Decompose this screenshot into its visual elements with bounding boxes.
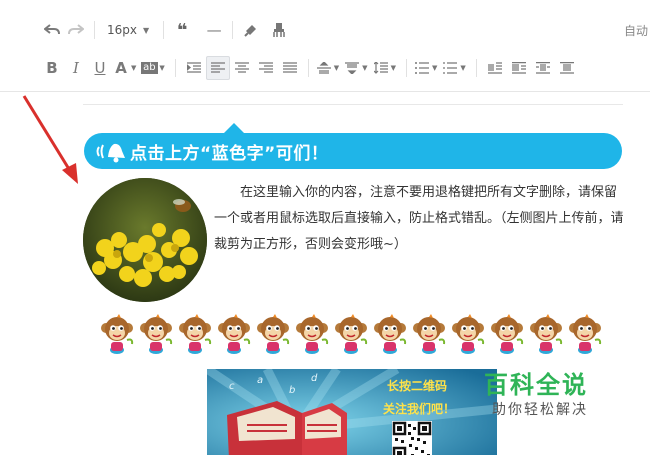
chevron-down-icon[interactable]: ▼ xyxy=(460,64,465,72)
toolbar-separator xyxy=(163,21,165,39)
float-center-icon[interactable] xyxy=(531,56,555,80)
monkey-icon xyxy=(98,314,137,354)
editor-content[interactable]: 点击上方“蓝色字”可们！ 在这里输入你的内容，注意不要用退格键把所有文字删除，请… xyxy=(0,92,650,455)
monkey-icon xyxy=(410,314,449,354)
toolbar-row-2: B I U A ▼ ab ▼ ▼ ▼ ▼ ▼ ▼ xyxy=(40,56,579,80)
poster-text-1: 长按二维码 xyxy=(387,379,448,393)
baike-watermark: 百科全说 助你轻松解决 xyxy=(462,363,630,425)
svg-text:a: a xyxy=(257,375,263,386)
background-color-icon[interactable]: ab xyxy=(140,56,158,80)
toolbar-separator xyxy=(405,59,407,77)
toolbar-separator xyxy=(94,21,95,39)
font-color-icon[interactable]: A xyxy=(112,56,130,80)
align-left-icon[interactable] xyxy=(205,56,230,80)
svg-text:b: b xyxy=(289,385,295,396)
watermark-subtitle: 助你轻松解决 xyxy=(492,402,588,418)
toolbar-separator xyxy=(174,59,176,77)
monkey-icon xyxy=(488,314,527,354)
banner-notch xyxy=(224,123,244,133)
float-right-icon[interactable] xyxy=(555,56,579,80)
poster-text-2: 关注我们吧！ xyxy=(383,402,456,416)
blockquote-icon[interactable]: ❝ xyxy=(170,18,194,42)
paragraph-text[interactable]: 在这里输入你的内容，注意不要用退格键把所有文字删除，请保留一个或者用鼠标选取后直… xyxy=(214,180,624,258)
chevron-down-icon[interactable]: ▼ xyxy=(159,64,164,72)
qr-code[interactable] xyxy=(392,421,432,455)
monkey-icon xyxy=(332,314,371,354)
monkey-icon xyxy=(527,314,566,354)
ordered-list-icon[interactable] xyxy=(413,56,431,80)
font-size-select[interactable]: 16px ▼ xyxy=(101,18,157,42)
monkey-icon xyxy=(176,314,215,354)
toolbar-separator xyxy=(475,59,477,77)
svg-text:d: d xyxy=(311,373,318,384)
watermark-title: 百科全说 xyxy=(484,371,588,399)
follow-banner: 点击上方“蓝色字”可们！ xyxy=(84,133,622,169)
format-painter-icon[interactable] xyxy=(239,18,263,42)
indent-icon[interactable] xyxy=(182,56,206,80)
underline-icon[interactable]: U xyxy=(88,56,112,80)
chevron-down-icon[interactable]: ▼ xyxy=(362,64,367,72)
chevron-down-icon: ▼ xyxy=(143,25,150,35)
italic-icon[interactable]: I xyxy=(64,56,88,80)
svg-text:c: c xyxy=(229,381,235,392)
monkey-icon xyxy=(566,314,605,354)
align-center-icon[interactable] xyxy=(230,56,254,80)
chevron-down-icon[interactable]: ▼ xyxy=(334,64,339,72)
banner-text: 点击上方“蓝色字”可们！ xyxy=(130,143,329,164)
flower-photo[interactable] xyxy=(83,178,207,302)
monkey-icon xyxy=(215,314,254,354)
redo-icon[interactable] xyxy=(64,18,88,42)
editor-toolbar: 16px ▼ ❝ — 自动 B I U A ▼ ab ▼ ▼ ▼ ▼ ▼ ▼ xyxy=(0,0,650,92)
chevron-down-icon[interactable]: ▼ xyxy=(131,64,136,72)
unordered-list-icon[interactable] xyxy=(441,56,459,80)
font-size-value: 16px xyxy=(107,23,137,37)
toolbar-separator xyxy=(232,21,234,39)
align-justify-icon[interactable] xyxy=(278,56,302,80)
chevron-down-icon[interactable]: ▼ xyxy=(391,64,396,72)
red-arrow-icon xyxy=(22,95,78,184)
align-right-icon[interactable] xyxy=(254,56,278,80)
qr-poster[interactable]: c a b d 长按二维码 关注我们吧！ xyxy=(207,369,497,455)
monkey-icon xyxy=(293,314,332,354)
horizontal-rule-icon[interactable]: — xyxy=(202,18,226,42)
divider xyxy=(83,104,623,105)
background-color-label: ab xyxy=(141,62,158,74)
chevron-down-icon[interactable]: ▼ xyxy=(432,64,437,72)
monkey-icon xyxy=(449,314,488,354)
line-height-icon[interactable] xyxy=(372,56,390,80)
toolbar-separator xyxy=(307,59,309,77)
editor-window: 16px ▼ ❝ — 自动 B I U A ▼ ab ▼ ▼ ▼ ▼ ▼ ▼ 点… xyxy=(0,0,650,455)
monkey-icon xyxy=(137,314,176,354)
clear-format-icon[interactable] xyxy=(267,18,291,42)
monkey-icon xyxy=(254,314,293,354)
bell-icon xyxy=(92,133,130,169)
bold-icon[interactable]: B xyxy=(40,56,64,80)
monkey-icon xyxy=(371,314,410,354)
toolbar-row-1: 16px ▼ ❝ — xyxy=(40,18,291,42)
undo-icon[interactable] xyxy=(40,18,64,42)
float-left-icon[interactable] xyxy=(483,56,507,80)
spacing-before-icon[interactable] xyxy=(315,56,333,80)
monkey-decoration-row xyxy=(98,314,605,354)
spacing-after-icon[interactable] xyxy=(343,56,361,80)
float-none-icon[interactable] xyxy=(507,56,531,80)
auto-save-label: 自动 xyxy=(624,24,649,38)
